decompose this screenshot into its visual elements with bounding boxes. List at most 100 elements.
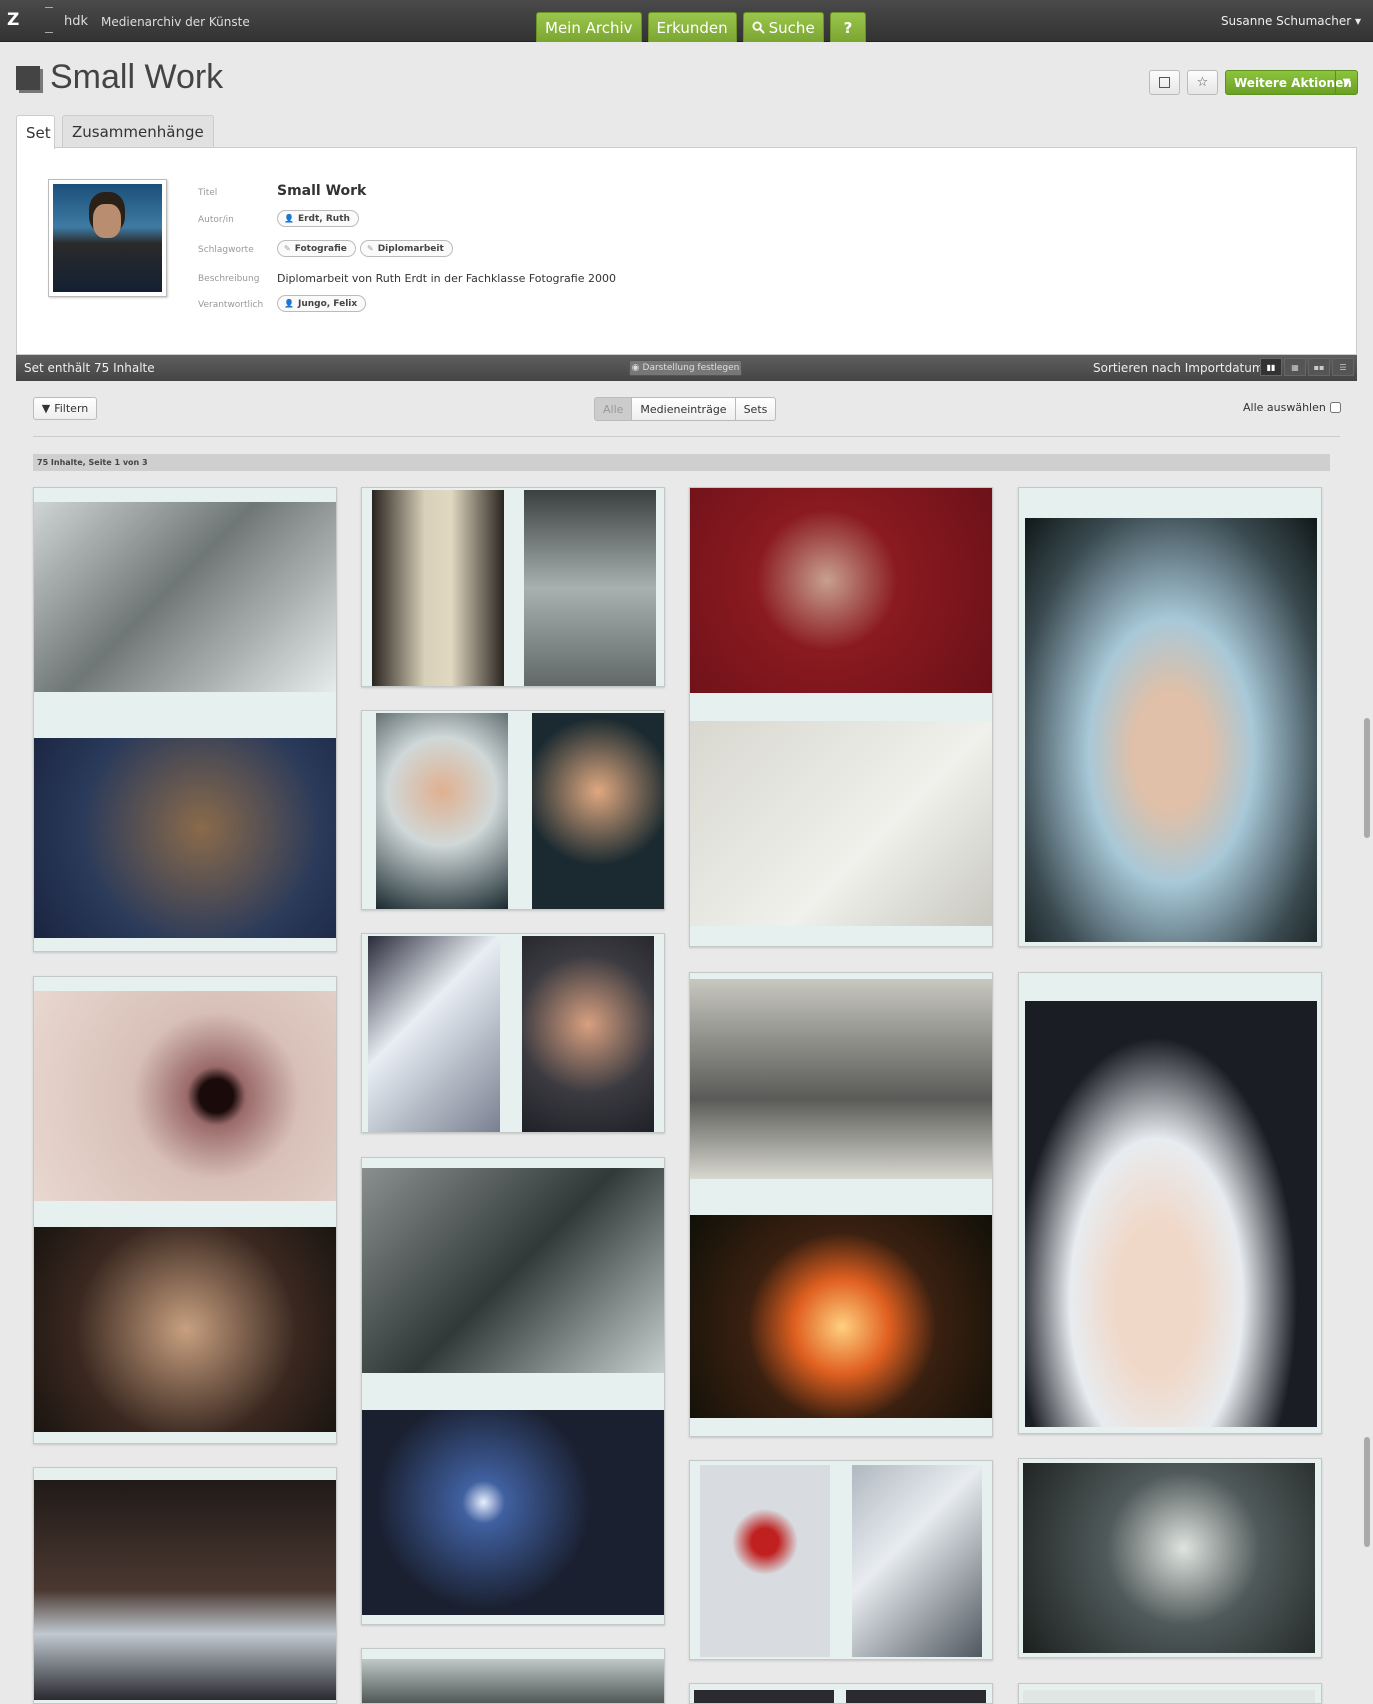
media-card[interactable] [361, 1648, 665, 1704]
user-menu[interactable]: Susanne Schumacher ▾ [1221, 14, 1361, 28]
set-cover-thumbnail[interactable] [48, 179, 167, 297]
favorite-button[interactable]: ☆ [1187, 70, 1218, 95]
fix-view-button[interactable]: ◉ Darstellung festlegen [629, 360, 742, 376]
star-icon: ☆ [1196, 75, 1209, 90]
funnel-icon: ▼ [41, 402, 51, 415]
view-grid-button[interactable]: ▪▪ [1308, 358, 1330, 376]
media-thumbnail-image [372, 490, 504, 686]
segment-alle[interactable]: Alle [594, 397, 633, 421]
scrollbar-thumb[interactable] [1364, 1437, 1370, 1547]
set-icon [16, 66, 40, 90]
media-card[interactable] [1018, 487, 1322, 947]
app-logo[interactable]: Z [7, 10, 19, 30]
select-all[interactable]: Alle auswählen [1243, 401, 1341, 414]
media-card[interactable] [361, 710, 665, 910]
divider [33, 436, 1340, 437]
media-thumbnail-image [690, 1215, 992, 1418]
media-thumbnail-image [1025, 518, 1317, 942]
media-card[interactable] [689, 1683, 993, 1704]
media-card[interactable] [361, 1157, 665, 1625]
tab-label: Zusammenhänge [72, 123, 204, 141]
label-keywords: Schlagworte [198, 245, 254, 255]
media-card[interactable] [1018, 972, 1322, 1434]
grid-icon: ▪▪ [1313, 362, 1325, 372]
search-icon [752, 21, 765, 34]
media-card[interactable] [689, 1460, 993, 1660]
view-list-button[interactable]: ☰ [1332, 358, 1354, 376]
media-thumbnail-image [690, 488, 992, 693]
main-nav: Mein Archiv Erkunden Suche ? [536, 12, 867, 42]
filter-label: Filtern [54, 402, 89, 415]
select-button[interactable] [1149, 70, 1180, 95]
nav-mein-archiv[interactable]: Mein Archiv [536, 12, 642, 42]
app-subtitle[interactable]: Medienarchiv der Künste [101, 15, 250, 29]
segment-sets[interactable]: Sets [734, 397, 777, 421]
meta-description: Diplomarbeit von Ruth Erdt in der Fachkl… [277, 272, 616, 285]
media-card[interactable] [689, 972, 993, 1437]
media-card[interactable] [1018, 1458, 1322, 1658]
pagination-header: 75 Inhalte, Seite 1 von 3 [33, 454, 1330, 471]
tab-set[interactable]: Set [16, 115, 55, 149]
view-tiles-button[interactable]: ▮▮ [1260, 358, 1282, 376]
author-pill[interactable]: 👤 Erdt, Ruth [277, 210, 359, 227]
nav-help[interactable]: ? [829, 12, 867, 42]
media-thumbnail-image [362, 1168, 664, 1373]
pill-label: Erdt, Ruth [297, 213, 350, 224]
tab-zusammenhaenge[interactable]: Zusammenhänge [62, 115, 214, 148]
media-thumbnail-image [376, 713, 508, 909]
list-icon: ☰ [1339, 362, 1347, 372]
media-thumbnail-image [694, 1690, 834, 1703]
page-title: Small Work [50, 58, 224, 96]
top-navigation-bar: Z hdk Medienarchiv der Künste Mein Archi… [0, 0, 1373, 42]
brand-name[interactable]: hdk [64, 14, 88, 29]
person-icon: 👤 [284, 299, 294, 308]
view-grid-small-button[interactable]: ▦ [1284, 358, 1306, 376]
media-card[interactable] [33, 976, 337, 1444]
responsible-pill[interactable]: 👤 Jungo, Felix [277, 295, 367, 312]
filter-button[interactable]: ▼ Filtern [33, 397, 97, 420]
cover-photo [53, 184, 162, 292]
media-thumbnail-image [1023, 1690, 1315, 1703]
keyword-pill[interactable]: ✎ Fotografie [277, 240, 356, 257]
select-all-checkbox[interactable] [1329, 402, 1341, 413]
media-thumbnail-image [690, 721, 992, 926]
person-icon: 👤 [284, 214, 294, 223]
media-thumbnail-image [368, 936, 500, 1132]
media-thumbnail-image [34, 1227, 336, 1432]
media-thumbnail-image [1025, 1001, 1317, 1427]
nav-label: Erkunden [656, 18, 728, 37]
nav-label: Mein Archiv [545, 18, 633, 37]
nav-suche[interactable]: Suche [742, 12, 824, 42]
checkbox-icon [1159, 77, 1170, 88]
pill-label: Fotografie [294, 243, 347, 254]
select-all-label: Alle auswählen [1243, 401, 1326, 414]
tag-icon: ✎ [367, 244, 374, 253]
sort-dropdown[interactable]: Sortieren nach Importdatum ▾ [1093, 361, 1273, 375]
media-card[interactable] [361, 933, 665, 1133]
set-count: Set enthält 75 Inhalte [24, 361, 155, 375]
nav-label: Suche [768, 18, 815, 37]
media-card[interactable] [33, 487, 337, 952]
nav-label: ? [843, 18, 853, 37]
media-thumbnail-image [846, 1690, 986, 1703]
media-card[interactable] [689, 487, 993, 947]
more-actions-button[interactable]: Weitere Aktionen ▼ [1225, 70, 1358, 95]
media-card[interactable] [1018, 1683, 1322, 1704]
media-thumbnail-image [34, 991, 336, 1201]
media-thumbnail-image [34, 738, 336, 938]
scrollbar-thumb[interactable] [1364, 718, 1370, 838]
meta-title: Small Work [277, 183, 367, 199]
media-card[interactable] [361, 487, 665, 687]
media-thumbnail-image [34, 1480, 336, 1700]
keyword-pill[interactable]: ✎ Diplomarbeit [360, 240, 453, 257]
logo-divider-icon [45, 7, 53, 33]
media-thumbnail-image [34, 502, 336, 692]
media-card[interactable] [33, 1467, 337, 1704]
nav-erkunden[interactable]: Erkunden [647, 12, 737, 42]
label-title: Titel [198, 188, 218, 198]
fix-view-label: Darstellung festlegen [642, 363, 740, 373]
media-thumbnail-image [522, 936, 654, 1132]
label-author: Autor/in [198, 215, 234, 225]
view-switcher: ▮▮ ▦ ▪▪ ☰ [1260, 358, 1354, 376]
segment-medieneintraege[interactable]: Medieneinträge [631, 397, 736, 421]
